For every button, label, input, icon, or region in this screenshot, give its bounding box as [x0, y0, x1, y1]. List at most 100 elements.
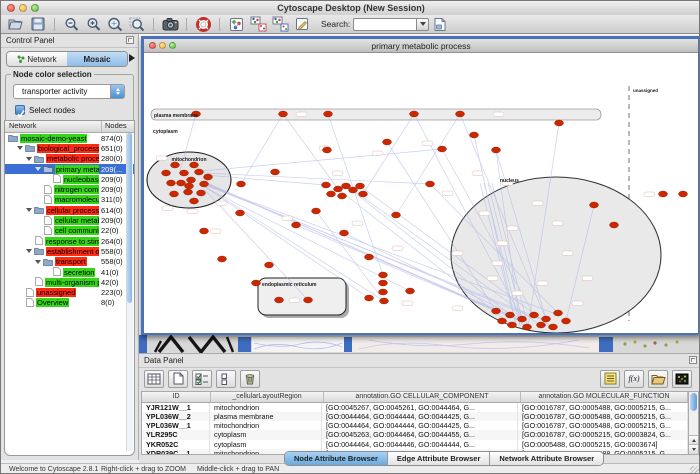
network-tab-icon	[17, 55, 25, 63]
tree-item-response-to-stimulus[interactable]: response to stimulu 264(0)	[5, 236, 134, 246]
table-row[interactable]: YKR052Ccytoplasm[GO:0044464, GO:0044446,…	[142, 440, 688, 449]
tree-item-biological-process[interactable]: biological_process 651(0)	[5, 143, 134, 153]
tree-item-cell-communication[interactable]: cell communicat 22(0)	[5, 226, 134, 236]
delete-attribute-icon[interactable]	[240, 370, 260, 388]
select-attributes-icon[interactable]	[192, 370, 212, 388]
status-pan-hint: Middle-click + drag to PAN	[197, 466, 279, 473]
group-legend: Node color selection	[11, 70, 94, 79]
tree-scrollbar[interactable]	[126, 133, 133, 451]
table-row[interactable]: YJR121W__1mitochondrion[GO:0045267, GO:0…	[142, 403, 688, 412]
float-panel-icon[interactable]	[126, 36, 134, 44]
search-input[interactable]	[353, 18, 416, 31]
region-nucleus[interactable]	[451, 177, 661, 333]
unselect-attributes-icon[interactable]	[216, 370, 236, 388]
destroy-network-view-icon[interactable]	[271, 16, 289, 32]
region-plasma-membrane[interactable]	[151, 109, 601, 120]
tree-item-establishment-of-localization[interactable]: establishment of lo 558(0)	[5, 246, 134, 256]
column-header-id[interactable]: ID	[142, 392, 211, 402]
search-dropdown-button[interactable]	[416, 18, 429, 31]
control-panel-header: Control Panel	[1, 34, 138, 48]
expand-arrow-icon[interactable]	[35, 167, 41, 171]
import-annotation-icon[interactable]	[431, 16, 449, 32]
tree-header-network[interactable]: Network	[5, 121, 102, 132]
column-header-cellular-component[interactable]: annotation.GO CELLULAR_COMPONENT	[324, 392, 521, 402]
tree-item-nucleobase[interactable]: nucleobase- 209(0)	[5, 174, 134, 184]
tree-item-multi-organism-process[interactable]: multi-organism pro 42(0)	[5, 277, 134, 287]
status-zoom-hint: Right-click + drag to ZOOM	[101, 466, 186, 473]
scroll-down-button[interactable]	[689, 444, 698, 454]
label-mitochondrion: mitochondrion	[172, 157, 207, 163]
tab-mosaic[interactable]: Mosaic	[67, 52, 127, 66]
table-scrollbar[interactable]	[688, 391, 699, 455]
column-header-region[interactable]: _cellularLayoutRegion	[211, 392, 324, 402]
label-plasma-membrane: plasma membrane	[154, 113, 198, 119]
expand-arrow-icon[interactable]	[26, 157, 32, 161]
tree-item-cellular-metabolic[interactable]: cellular metabo 209(0)	[5, 215, 134, 225]
tree-item-macromolecule[interactable]: macromolecule 311(0)	[5, 195, 134, 205]
attribute-matrix-icon[interactable]	[672, 370, 692, 388]
open-session-icon[interactable]	[7, 16, 25, 32]
tree-item-primary-metabolic[interactable]: primary metabo 209(...	[5, 164, 134, 174]
tab-node-attribute-browser[interactable]: Node Attribute Browser	[285, 452, 388, 465]
zoom-fit-icon[interactable]	[106, 16, 124, 32]
tab-network-attribute-browser[interactable]: Network Attribute Browser	[490, 452, 603, 465]
zoom-in-icon[interactable]	[84, 16, 102, 32]
zoom-out-icon[interactable]	[62, 16, 80, 32]
attribute-table-icon[interactable]	[144, 370, 164, 388]
toolbar-separator	[186, 18, 187, 31]
create-network-view-icon[interactable]	[249, 16, 267, 32]
function-builder-icon[interactable]: f(x)	[624, 370, 644, 388]
table-row[interactable]: YLR295Ccytoplasm[GO:0045263, GO:0044464,…	[142, 430, 688, 439]
column-header-molecular-function[interactable]: annotation.GO MOLECULAR_FUNCTION	[521, 392, 688, 402]
network-window-titlebar[interactable]: primary metabolic process	[144, 39, 698, 53]
network-canvas[interactable]: plasma membrane cytoplasm mitochondrion …	[144, 53, 698, 333]
attribute-list-icon[interactable]	[600, 370, 620, 388]
help-lifebuoy-icon[interactable]	[194, 16, 212, 32]
tree-header-nodes[interactable]: Nodes	[102, 121, 134, 132]
tab-mosaic-label: Mosaic	[83, 55, 110, 64]
label-cytoplasm: cytoplasm	[153, 129, 178, 135]
tab-edge-attribute-browser[interactable]: Edge Attribute Browser	[388, 452, 490, 465]
snapshot-icon[interactable]	[161, 16, 179, 32]
checkmark-icon	[16, 109, 26, 119]
tree-header[interactable]: Network Nodes	[5, 121, 134, 133]
tree-item-unassigned[interactable]: unassigned 223(0)	[5, 287, 134, 297]
tree-item-cellular-process[interactable]: cellular process 614(0)	[5, 205, 134, 215]
tab-scroll-right-icon[interactable]	[129, 54, 135, 62]
window-titlebar[interactable]: Cytoscape Desktop (New Session)	[1, 1, 700, 16]
tree-scrollbar-thumb[interactable]	[127, 133, 132, 303]
dropdown-stepper-icon	[110, 85, 124, 98]
window-title: Cytoscape Desktop (New Session)	[1, 3, 700, 13]
table-scrollbar-thumb[interactable]	[690, 393, 697, 411]
expand-arrow-icon[interactable]	[35, 260, 41, 264]
network-view-window[interactable]: primary metabolic process	[141, 36, 700, 335]
tree-item-nitrogen-compound[interactable]: nitrogen compo 209(0)	[5, 184, 134, 194]
tree-item-secretion[interactable]: secretion 41(0)	[5, 267, 134, 277]
save-session-icon[interactable]	[29, 16, 47, 32]
table-row[interactable]: YPL036W__1mitochondrion[GO:0044464, GO:0…	[142, 421, 688, 430]
cytoscape-application: Cytoscape Desktop (New Session)	[0, 0, 700, 474]
resize-grip[interactable]	[690, 466, 700, 474]
vizmapper-icon[interactable]	[227, 16, 245, 32]
attribute-table-header[interactable]: ID _cellularLayoutRegion annotation.GO C…	[142, 392, 688, 403]
tree-item-overview[interactable]: Overview 8(0)	[5, 298, 134, 308]
tab-network-label: Network	[27, 55, 56, 64]
label-endoplasmic-reticulum: endoplasmic reticulum	[262, 282, 317, 288]
search-label: Search:	[321, 19, 350, 29]
network-tree: Network Nodes mosaic-demo-yeast 874(0) b…	[4, 120, 135, 456]
zoom-selected-icon[interactable]	[128, 16, 146, 32]
expand-arrow-icon[interactable]	[26, 208, 32, 212]
table-row[interactable]: YPL036W__2plasma membrane[GO:0044464, GO…	[142, 412, 688, 421]
expand-arrow-icon[interactable]	[26, 249, 32, 253]
node-color-dropdown[interactable]: transporter activity	[13, 84, 125, 99]
import-attributes-icon[interactable]	[648, 370, 668, 388]
float-panel-icon[interactable]	[689, 356, 697, 364]
new-attribute-icon[interactable]	[168, 370, 188, 388]
expand-arrow-icon[interactable]	[17, 146, 23, 150]
tree-item-metabolic-process[interactable]: metabolic process 280(0)	[5, 154, 134, 164]
annotation-icon[interactable]	[293, 16, 311, 32]
select-nodes-checkbox-row[interactable]: Select nodes	[15, 105, 75, 115]
select-nodes-checkbox[interactable]	[15, 105, 25, 115]
tab-network[interactable]: Network	[7, 52, 67, 66]
tree-item-transport[interactable]: transport 558(0)	[5, 257, 134, 267]
